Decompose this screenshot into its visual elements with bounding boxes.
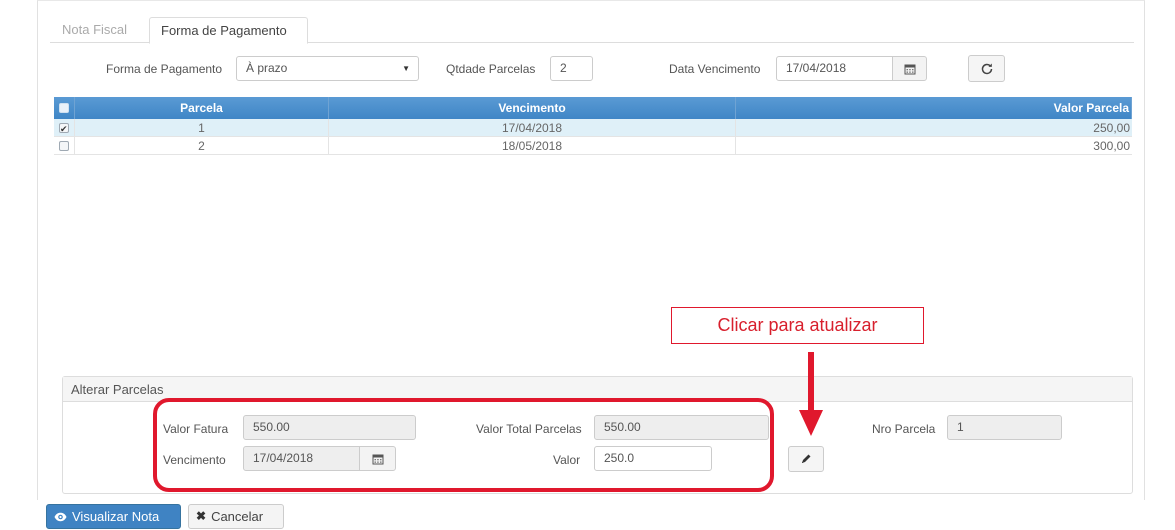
arrow-down-icon — [799, 352, 823, 436]
pencil-icon — [802, 454, 811, 463]
cell-parcela: 1 — [75, 119, 329, 136]
row-checkbox[interactable] — [59, 140, 69, 151]
refresh-button[interactable] — [968, 55, 1005, 82]
row-select-cell — [54, 137, 75, 154]
header-vencimento[interactable]: Vencimento — [329, 97, 736, 119]
annotation-callout: Clicar para atualizar — [671, 307, 924, 344]
refresh-icon — [981, 63, 992, 74]
payment-method-value: À prazo — [246, 61, 288, 75]
highlight-box — [153, 398, 774, 492]
cancelar-button[interactable]: ✖ Cancelar — [188, 504, 284, 529]
table-row[interactable]: 1 17/04/2018 250,00 — [54, 119, 1132, 137]
cancelar-label: Cancelar — [211, 509, 264, 524]
cell-vencimento: 17/04/2018 — [329, 119, 736, 136]
calendar-icon — [904, 64, 915, 74]
due-date-calendar-button[interactable] — [892, 56, 927, 81]
visualizar-nota-button[interactable]: Visualizar Nota — [46, 504, 181, 529]
installments-label: Qtdade Parcelas — [446, 62, 536, 76]
visualizar-nota-label: Visualizar Nota — [72, 509, 160, 524]
payment-method-select[interactable]: À prazo ▼ — [236, 56, 419, 81]
cell-parcela: 2 — [75, 137, 329, 154]
eye-icon — [54, 512, 67, 521]
cell-valor-parcela: 300,00 — [1093, 139, 1130, 153]
grid-header: Parcela Vencimento Valor Parcela — [54, 97, 1132, 119]
row-select-cell — [54, 119, 75, 136]
header-parcela[interactable]: Parcela — [75, 97, 329, 119]
table-row[interactable]: 2 18/05/2018 300,00 — [54, 137, 1132, 155]
installments-grid: Parcela Vencimento Valor Parcela 1 17/04… — [54, 97, 1132, 155]
cell-valor-parcela: 250,00 — [1093, 121, 1130, 135]
cell-vencimento: 18/05/2018 — [329, 137, 736, 154]
tab-forma-de-pagamento[interactable]: Forma de Pagamento — [149, 17, 308, 44]
header-valor-parcela[interactable]: Valor Parcela — [736, 97, 1132, 119]
select-all-cell — [54, 97, 75, 119]
row-checkbox[interactable] — [59, 120, 69, 136]
select-all-checkbox[interactable] — [59, 103, 69, 113]
due-date-label: Data Vencimento — [669, 62, 761, 76]
nro-parcela-input[interactable]: 1 — [947, 415, 1062, 440]
update-installment-button[interactable] — [788, 446, 824, 472]
tab-nota-fiscal[interactable]: Nota Fiscal — [51, 17, 146, 43]
nro-parcela-label: Nro Parcela — [872, 422, 936, 436]
due-date-input[interactable]: 17/04/2018 — [776, 56, 893, 81]
payment-method-label: Forma de Pagamento — [106, 62, 223, 76]
caret-down-icon: ▼ — [402, 64, 410, 73]
installments-input[interactable]: 2 — [550, 56, 593, 81]
times-icon: ✖ — [196, 509, 207, 523]
